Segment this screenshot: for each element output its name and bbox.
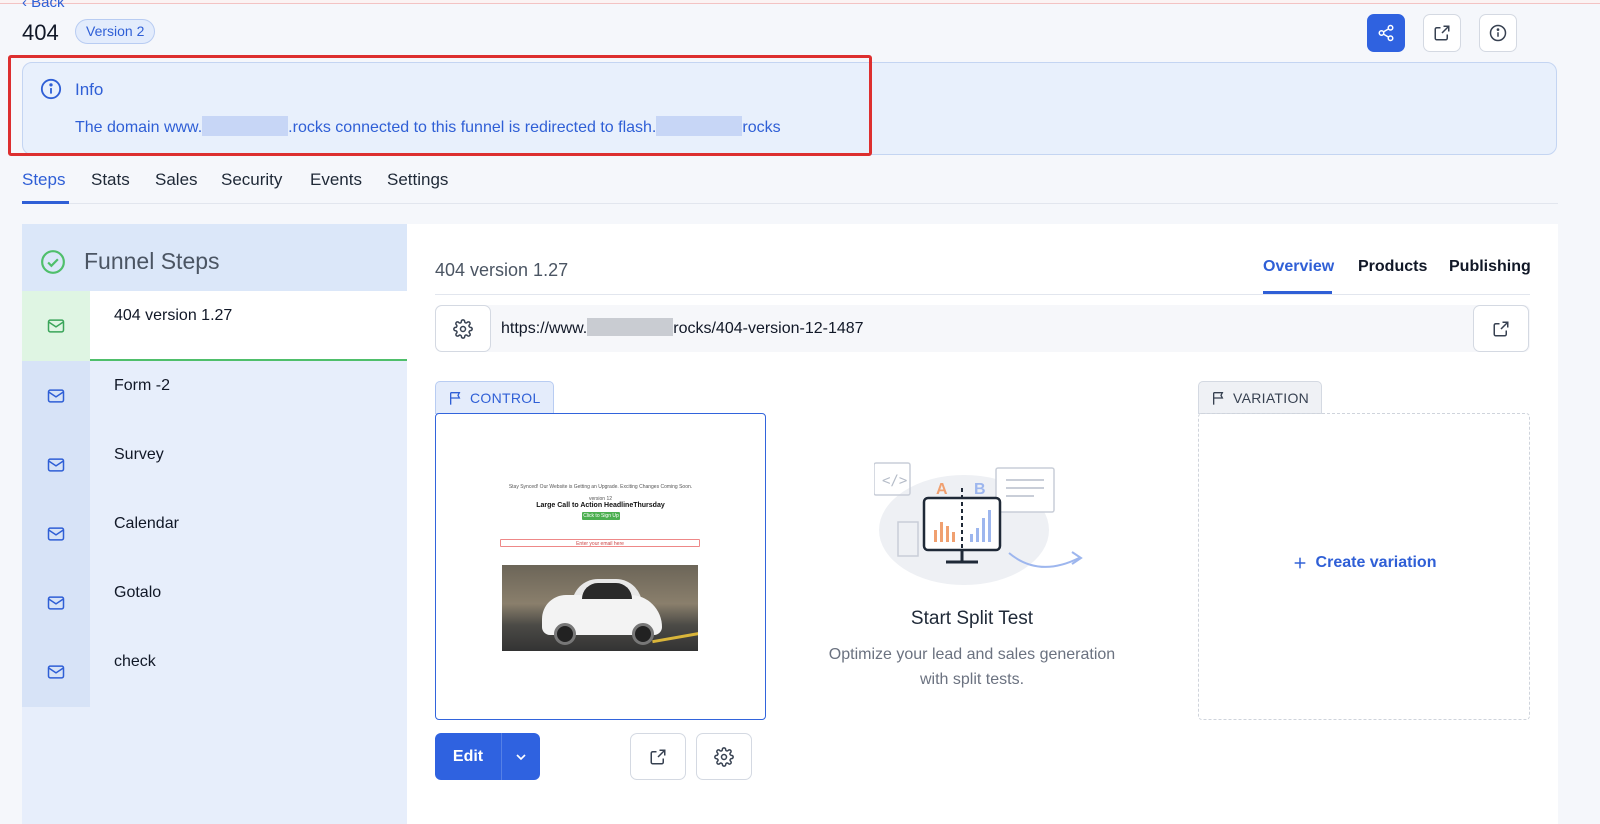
back-link[interactable]: ‹ Back [22,0,65,11]
variation-placeholder: Create variation [1198,413,1530,720]
preview-open-button[interactable] [630,733,686,780]
info-button[interactable] [1479,14,1517,52]
step-label: Form -2 [114,377,170,394]
split-test-illustration: </> A B [874,462,1083,585]
external-link-icon [650,749,666,764]
create-variation-button[interactable]: Create variation [1199,554,1529,572]
funnel-steps-sidebar: Funnel Steps 404 version 1.27 Form -2 Su… [22,224,407,824]
mail-icon [47,596,65,610]
step-icon-cell [22,430,90,500]
step-item[interactable]: Calendar [22,499,407,569]
step-icon-cell [22,499,90,569]
plus-icon [1294,557,1305,569]
tab-products[interactable]: Products [1358,258,1427,276]
external-link-icon [1434,25,1450,41]
variation-tag: VARIATION [1198,381,1323,414]
share-icon [1378,24,1394,42]
flag-icon [450,391,461,405]
gear-icon [714,746,734,767]
step-item[interactable]: Survey [22,430,407,500]
step-item[interactable]: 404 version 1.27 [22,291,407,361]
edit-button-group: Edit [435,733,540,780]
preview-car-image [502,565,698,651]
flag-icon [1213,391,1224,405]
tab-steps[interactable]: Steps [22,170,65,190]
tabs-divider [435,294,1530,295]
step-icon-cell [22,361,90,431]
preview-headline: Large Call to Action HeadlineThursday [536,502,665,509]
svg-text:A: A [936,481,948,498]
step-label: 404 version 1.27 [114,307,233,324]
external-link-icon [1493,321,1509,336]
sidebar-header: Funnel Steps [22,224,407,298]
tab-settings[interactable]: Settings [387,170,448,190]
info-banner [22,62,1557,155]
info-banner-icon [40,78,62,105]
tab-stats[interactable]: Stats [91,170,130,190]
step-icon-cell [22,291,90,361]
mail-icon [47,527,65,541]
share-button[interactable] [1367,14,1405,52]
control-tag: CONTROL [435,381,554,414]
info-banner-title: Info [75,80,104,99]
top-edge [0,0,1600,4]
edit-button[interactable]: Edit [435,733,502,780]
step-label: Survey [114,446,164,463]
mail-icon [47,665,65,679]
redacted-domain [202,116,289,136]
open-external-button[interactable] [1423,14,1461,52]
step-detail-panel: 404 version 1.27 Overview Products Publi… [407,224,1558,824]
info-banner-text: The domain www. .rocks connected to this … [75,116,781,137]
gear-icon [453,318,473,339]
preview-settings-button[interactable] [696,733,752,780]
open-url-button[interactable] [1473,305,1529,352]
mail-icon [47,458,65,472]
redacted-domain [587,318,674,336]
split-test-title: Start Split Test [910,608,1034,629]
step-item[interactable]: check [22,637,407,707]
preview-banner-text: Stay Synced! Our Website is Getting an U… [508,484,693,490]
step-item[interactable]: Gotalo [22,568,407,638]
step-label: check [114,653,156,670]
mail-icon [47,319,65,333]
check-circle-icon [41,250,65,274]
active-tab-indicator [1263,291,1332,294]
version-badge: Version 2 [75,19,156,44]
redacted-domain [656,116,743,136]
tab-overview[interactable]: Overview [1263,258,1334,276]
tab-sales[interactable]: Sales [155,170,198,190]
mail-icon [47,389,65,403]
page-url[interactable]: https://www. rocks/404-version-12-1487 [501,318,864,338]
step-title: 404 version 1.27 [435,260,569,280]
url-settings-button[interactable] [435,305,491,352]
svg-text:</>: </> [882,473,907,489]
edit-dropdown-toggle[interactable] [502,733,540,780]
preview-input: Enter your email here [500,539,700,547]
tab-security[interactable]: Security [221,170,282,190]
step-label: Gotalo [114,584,162,601]
step-item[interactable]: Form -2 [22,361,407,431]
step-icon-cell [22,568,90,638]
tab-publishing[interactable]: Publishing [1449,258,1531,276]
active-tab-indicator [22,201,69,204]
info-icon [1489,24,1507,42]
split-test-description: Optimize your lead and sales generation … [828,646,1116,688]
url-row: https://www. rocks/404-version-12-1487 [435,305,1530,352]
sidebar-title: Funnel Steps [84,248,220,274]
page-title: 404 [22,20,59,45]
funnel-tabs: Steps Stats Sales Security Events Settin… [22,166,1558,204]
step-label: Calendar [114,515,179,532]
tab-events[interactable]: Events [310,170,362,190]
control-page-preview[interactable]: Stay Synced! Our Website is Getting an U… [435,413,766,720]
chevron-down-icon [516,753,526,760]
step-icon-cell [22,637,90,707]
svg-text:B: B [974,481,986,498]
preview-cta-button: Click to Sign Up [582,512,620,520]
